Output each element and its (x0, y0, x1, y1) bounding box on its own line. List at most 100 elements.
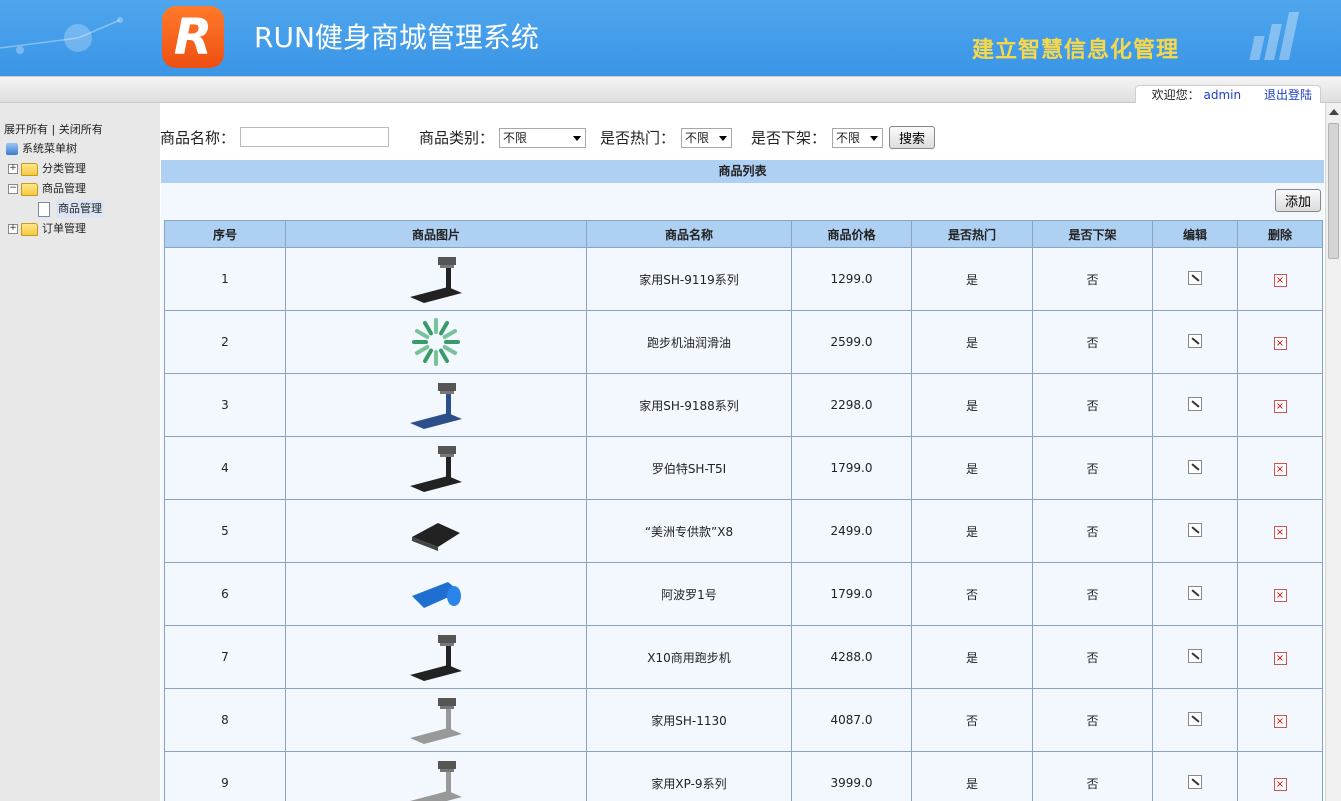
row-number: 9 (164, 751, 286, 801)
product-name: 罗伯特SH-T5I (586, 436, 792, 500)
product-name: “美洲专供款”X8 (586, 499, 792, 563)
delete-icon[interactable]: × (1273, 273, 1287, 287)
product-name: 家用SH-9119系列 (586, 247, 792, 311)
product-name: 家用XP-9系列 (586, 751, 792, 801)
table-row: 2 跑步机油润滑油 2599.0 是否 × (164, 310, 1323, 374)
product-image (285, 562, 587, 626)
folder-icon (21, 222, 38, 236)
row-number: 3 (164, 373, 286, 437)
sidebar-item-orders[interactable]: + 订单管理 (8, 220, 86, 238)
delete-icon[interactable]: × (1273, 588, 1287, 602)
sidebar-item-category[interactable]: + 分类管理 (8, 160, 86, 178)
scrollbar-thumb[interactable] (1328, 123, 1339, 259)
product-name: X10商用跑步机 (586, 625, 792, 689)
is-hot: 是 (911, 310, 1033, 374)
edit-icon[interactable] (1188, 270, 1202, 285)
product-image (285, 625, 587, 689)
sidebar-subitem-product-management[interactable]: 商品管理 (38, 200, 104, 218)
edit-icon[interactable] (1188, 522, 1202, 537)
hot-select[interactable]: 不限 (681, 128, 732, 148)
list-title: 商品列表 (161, 160, 1324, 183)
delete-cell: × (1237, 373, 1323, 437)
chevron-down-icon (870, 136, 878, 141)
table-row: 1 家用SH-9119系列 1299.0 是否 × (164, 247, 1323, 311)
main-content: 商品名称： 商品类别： 不限 是否热门： 不限 是否下架： 不限 搜索 商品列表… (160, 103, 1325, 801)
delete-icon[interactable]: × (1273, 777, 1287, 791)
product-name-label: 商品名称： (160, 129, 236, 147)
edit-icon[interactable] (1188, 648, 1202, 663)
delete-icon[interactable]: × (1273, 525, 1287, 539)
vertical-scrollbar[interactable] (1325, 103, 1341, 801)
product-price: 1799.0 (791, 562, 912, 626)
product-price: 1799.0 (791, 436, 912, 500)
column-header: 是否热门 (911, 220, 1033, 248)
user-info: 欢迎您： admin 退出登陆 (1134, 85, 1321, 104)
product-image (285, 751, 587, 801)
expand-icon[interactable]: + (8, 164, 18, 174)
product-thumbnail (410, 635, 462, 681)
category-select[interactable]: 不限 (499, 128, 586, 148)
delete-icon[interactable]: × (1273, 399, 1287, 413)
product-thumbnail (410, 383, 462, 429)
collapse-icon[interactable]: − (8, 184, 18, 194)
edit-cell (1152, 247, 1238, 311)
delete-icon[interactable]: × (1273, 462, 1287, 476)
row-number: 6 (164, 562, 286, 626)
collapse-all-link[interactable]: 关闭所有 (59, 123, 103, 136)
product-thumbnail (412, 318, 460, 366)
product-name-input[interactable] (240, 127, 389, 147)
table-row: 4 罗伯特SH-T5I 1799.0 是否 × (164, 436, 1323, 500)
table-row: 9 家用XP-9系列 3999.0 是否 × (164, 751, 1323, 801)
sidebar-item-label: 商品管理 (42, 182, 86, 195)
edit-cell (1152, 436, 1238, 500)
edit-icon[interactable] (1188, 711, 1202, 726)
sidebar-menu-tree: 展开所有 | 关闭所有 系统菜单树 + 分类管理 − 商品管理 商品管理 + 订… (0, 103, 160, 801)
edit-icon[interactable] (1188, 333, 1202, 348)
sidebar-item-products[interactable]: − 商品管理 (8, 180, 86, 198)
user-bar: 欢迎您： admin 退出登陆 (0, 76, 1341, 104)
row-number: 1 (164, 247, 286, 311)
row-number: 7 (164, 625, 286, 689)
row-number: 8 (164, 688, 286, 752)
welcome-label: 欢迎您： (1151, 88, 1200, 102)
is-off-shelf: 否 (1032, 436, 1153, 500)
is-off-shelf: 否 (1032, 247, 1153, 311)
search-button[interactable]: 搜索 (889, 126, 935, 149)
table-row: 7 X10商用跑步机 4288.0 是否 × (164, 625, 1323, 689)
document-icon (38, 201, 50, 217)
logout-link[interactable]: 退出登陆 (1264, 88, 1312, 102)
slogan: 建立智慧信息化管理 (972, 38, 1180, 63)
table-row: 5 “美洲专供款”X8 2499.0 是否 × (164, 499, 1323, 563)
delete-icon[interactable]: × (1273, 714, 1287, 728)
delete-cell: × (1237, 499, 1323, 563)
product-thumbnail (410, 761, 462, 801)
delete-icon[interactable]: × (1273, 651, 1287, 665)
is-hot: 是 (911, 625, 1033, 689)
delete-icon[interactable]: × (1273, 336, 1287, 350)
edit-cell (1152, 688, 1238, 752)
tree-root-label: 系统菜单树 (22, 142, 77, 155)
offshelf-select[interactable]: 不限 (832, 128, 883, 148)
scroll-up-icon[interactable] (1329, 109, 1339, 115)
expand-icon[interactable]: + (8, 224, 18, 234)
hot-select-value: 不限 (685, 131, 710, 145)
edit-icon[interactable] (1188, 585, 1202, 600)
is-hot: 是 (911, 499, 1033, 563)
is-hot: 否 (911, 688, 1033, 752)
is-hot: 否 (911, 562, 1033, 626)
edit-icon[interactable] (1188, 774, 1202, 789)
expand-all-link[interactable]: 展开所有 (4, 123, 48, 136)
product-thumbnail (412, 582, 461, 608)
delete-cell: × (1237, 688, 1323, 752)
is-off-shelf: 否 (1032, 562, 1153, 626)
is-off-shelf: 否 (1032, 751, 1153, 801)
edit-icon[interactable] (1188, 459, 1202, 474)
edit-icon[interactable] (1188, 396, 1202, 411)
delete-cell: × (1237, 436, 1323, 500)
is-off-shelf: 否 (1032, 499, 1153, 563)
add-button[interactable]: 添加 (1275, 189, 1321, 212)
column-header: 商品图片 (285, 220, 587, 248)
table-row: 8 家用SH-1130 4087.0 否否 × (164, 688, 1323, 752)
username-link[interactable]: admin (1203, 88, 1241, 102)
row-number: 4 (164, 436, 286, 500)
